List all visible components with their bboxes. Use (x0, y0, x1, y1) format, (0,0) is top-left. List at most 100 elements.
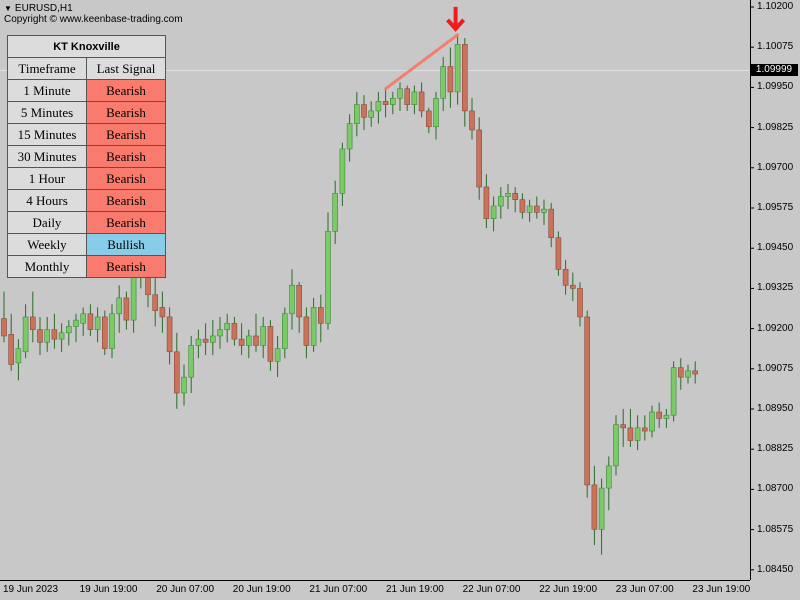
candle-body (548, 208, 555, 239)
candle-body (217, 329, 223, 337)
chevron-down-icon[interactable]: ▼ (4, 4, 12, 13)
time-tick-label: 21 Jun 19:00 (386, 584, 444, 595)
timeframe-cell: Weekly (7, 233, 87, 256)
candle-body (174, 351, 180, 394)
signal-cell: Bullish (86, 233, 166, 256)
candle-body (368, 110, 375, 118)
candle-body (497, 196, 504, 207)
candle-body (37, 329, 43, 343)
candle-body (555, 237, 562, 270)
candle-body (591, 484, 598, 530)
candle-body (166, 316, 173, 353)
candle-body (440, 66, 447, 99)
candle-body (195, 338, 202, 346)
price-tick-label: 1.08700 (757, 483, 794, 495)
candle-body (123, 297, 130, 321)
panel-title: KT Knoxville (7, 35, 166, 58)
candle-body (598, 487, 605, 530)
candle-body (382, 101, 389, 105)
candle-body (202, 338, 209, 343)
candle-body (15, 348, 22, 364)
table-row: Daily Bearish (7, 211, 166, 234)
candle-body (577, 288, 583, 318)
candle-body (656, 411, 663, 419)
price-tick-label: 1.08950 (757, 403, 794, 414)
candle-body (677, 367, 684, 378)
candle-body (1, 318, 7, 337)
candle-body (397, 88, 403, 99)
candle-body (483, 186, 490, 219)
candle-body (58, 332, 65, 340)
signal-cell: Bearish (86, 167, 166, 190)
candle-body (361, 104, 367, 118)
candle-body (447, 66, 454, 93)
table-row: 15 Minutes Bearish (7, 123, 166, 146)
timeframe-cell: 1 Minute (7, 79, 87, 102)
candle-body (389, 97, 396, 105)
candle-body (613, 424, 619, 467)
signal-cell: Bearish (86, 189, 166, 212)
candle-body (116, 297, 122, 315)
candle-body (289, 284, 295, 315)
symbol-label: EURUSD,H1 (14, 3, 73, 14)
candle-body (519, 199, 526, 213)
price-tick-label: 1.09075 (757, 362, 794, 374)
candle-body (562, 269, 569, 286)
time-tick-label: 23 Jun 07:00 (615, 584, 674, 595)
candle-body (29, 316, 36, 330)
candle-body (260, 326, 267, 346)
candle-body (80, 313, 86, 324)
candle-body (469, 110, 475, 131)
candle-body (634, 427, 641, 441)
candle-body (22, 316, 29, 353)
candle-body (224, 322, 230, 330)
price-tick-label: 1.08575 (757, 523, 794, 535)
candle-body (181, 376, 187, 394)
signal-cell: Bearish (86, 211, 166, 234)
timeframe-cell: 30 Minutes (7, 145, 87, 168)
timeframe-cell: 5 Minutes (7, 101, 87, 124)
candle-body (692, 370, 699, 375)
candle-body (411, 91, 418, 105)
candle-body (641, 427, 648, 432)
timeframe-cell: Daily (7, 211, 87, 234)
signal-cell: Bearish (86, 79, 166, 102)
price-tick-label: 1.09450 (757, 242, 794, 254)
chart-window[interactable]: ▼ EURUSD,H1 Copyright © www.keenbase-trad… (0, 0, 800, 600)
table-row: 30 Minutes Bearish (7, 145, 166, 168)
candle-body (375, 101, 382, 112)
timeframe-cell: 1 Hour (7, 167, 87, 190)
candle-body (433, 97, 439, 128)
candle-body (685, 370, 691, 378)
candle-body (404, 88, 411, 105)
candle-body (620, 424, 627, 429)
price-tick-label: 1.09575 (757, 202, 794, 213)
time-tick-label: 19 Jun 2023 (3, 584, 59, 595)
time-tick-label: 23 Jun 19:00 (692, 584, 751, 595)
candle-body (332, 193, 339, 232)
candle-body (246, 335, 252, 346)
timeframe-cell: Monthly (7, 255, 87, 278)
table-row: 1 Hour Bearish (7, 167, 166, 190)
candle-body (238, 338, 245, 346)
candle-body (512, 193, 519, 200)
candle-body (296, 284, 303, 318)
signal-cell: Bearish (86, 255, 166, 278)
price-tick-label: 1.10075 (757, 41, 794, 53)
candle-body (253, 335, 259, 346)
candle-body (526, 205, 533, 213)
price-tick-label: 1.09200 (757, 322, 794, 334)
candle-body (145, 275, 151, 296)
column-header-signal: Last Signal (86, 57, 166, 80)
candle-body (569, 284, 576, 289)
candle-body (281, 313, 288, 349)
candle-body (159, 307, 166, 318)
candle-body (533, 205, 540, 213)
candle-body (425, 110, 432, 128)
table-row: Monthly Bearish (7, 255, 166, 278)
current-price-label: 1.09999 (750, 64, 798, 76)
column-header-timeframe: Timeframe (7, 57, 87, 80)
candle-body (490, 205, 497, 219)
price-tick-label: 1.08450 (757, 563, 794, 575)
price-tick-label: 1.08825 (757, 443, 794, 455)
